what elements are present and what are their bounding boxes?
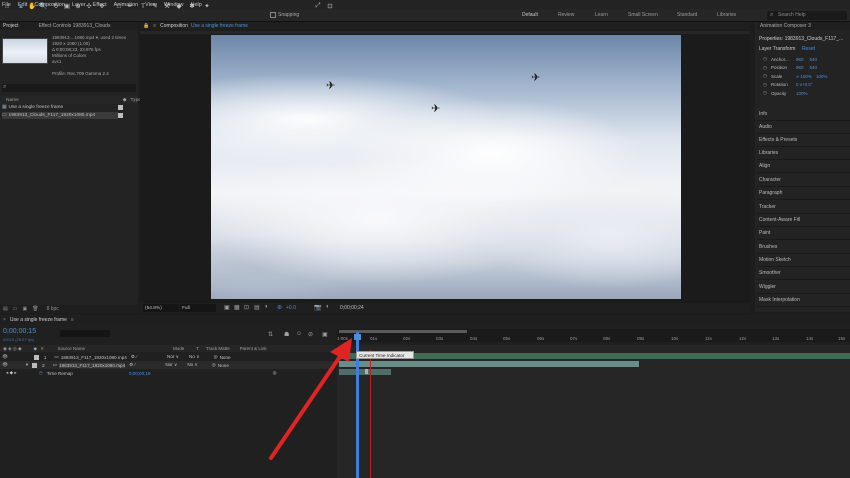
annotation-arrow [269, 338, 352, 460]
arrow-shaft [269, 353, 343, 460]
